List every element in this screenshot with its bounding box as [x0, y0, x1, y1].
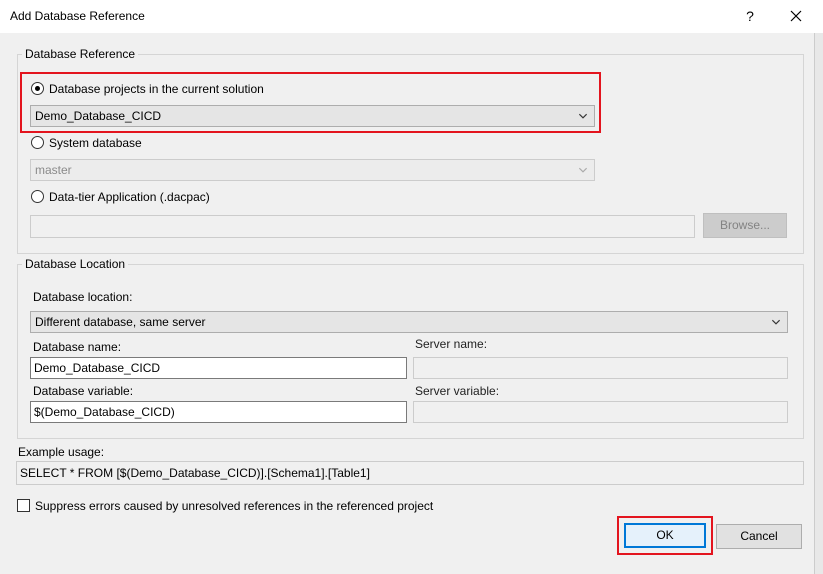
server-name-label: Server name:: [415, 337, 488, 351]
radio-system-database[interactable]: [31, 136, 44, 149]
server-name-input[interactable]: [413, 357, 788, 379]
suppress-errors-checkbox[interactable]: [17, 499, 30, 512]
database-projects-combo[interactable]: Demo_Database_CICD: [30, 105, 595, 127]
database-location-legend: Database Location: [22, 257, 129, 271]
server-variable-label: Server variable:: [415, 384, 500, 398]
close-button[interactable]: [786, 6, 806, 26]
dacpac-path-input[interactable]: [30, 215, 695, 238]
database-projects-combo-value: Demo_Database_CICD: [35, 109, 162, 123]
close-icon: [790, 10, 802, 22]
database-location-combo-value: Different database, same server: [35, 315, 206, 329]
database-location-label: Database location:: [33, 290, 133, 304]
radio-dacpac[interactable]: [31, 190, 44, 203]
example-usage-label: Example usage:: [18, 445, 105, 459]
ok-button[interactable]: OK: [624, 523, 706, 548]
suppress-errors-label: Suppress errors caused by unresolved ref…: [35, 499, 434, 513]
help-button[interactable]: ?: [740, 6, 760, 26]
chevron-down-icon: [771, 319, 781, 325]
browse-button[interactable]: Browse...: [703, 213, 787, 238]
chevron-down-icon: [578, 167, 588, 173]
radio-system-database-label: System database: [49, 136, 142, 150]
example-usage-text[interactable]: SELECT * FROM [$(Demo_Database_CICD)].[S…: [16, 461, 804, 485]
radio-database-projects-label: Database projects in the current solutio…: [49, 82, 264, 96]
dialog-title: Add Database Reference: [10, 9, 145, 23]
database-name-input[interactable]: Demo_Database_CICD: [30, 357, 407, 379]
system-database-combo[interactable]: master: [30, 159, 595, 181]
system-database-combo-value: master: [35, 163, 72, 177]
background-window-edge: [814, 33, 823, 574]
radio-dacpac-label: Data-tier Application (.dacpac): [49, 190, 210, 204]
database-name-label: Database name:: [33, 340, 122, 354]
server-variable-input[interactable]: [413, 401, 788, 423]
chevron-down-icon: [578, 113, 588, 119]
database-location-combo[interactable]: Different database, same server: [30, 311, 788, 333]
radio-database-projects[interactable]: [31, 82, 44, 95]
database-variable-input[interactable]: $(Demo_Database_CICD): [30, 401, 407, 423]
database-reference-legend: Database Reference: [22, 47, 139, 61]
database-variable-label: Database variable:: [33, 384, 134, 398]
cancel-button[interactable]: Cancel: [716, 524, 802, 549]
